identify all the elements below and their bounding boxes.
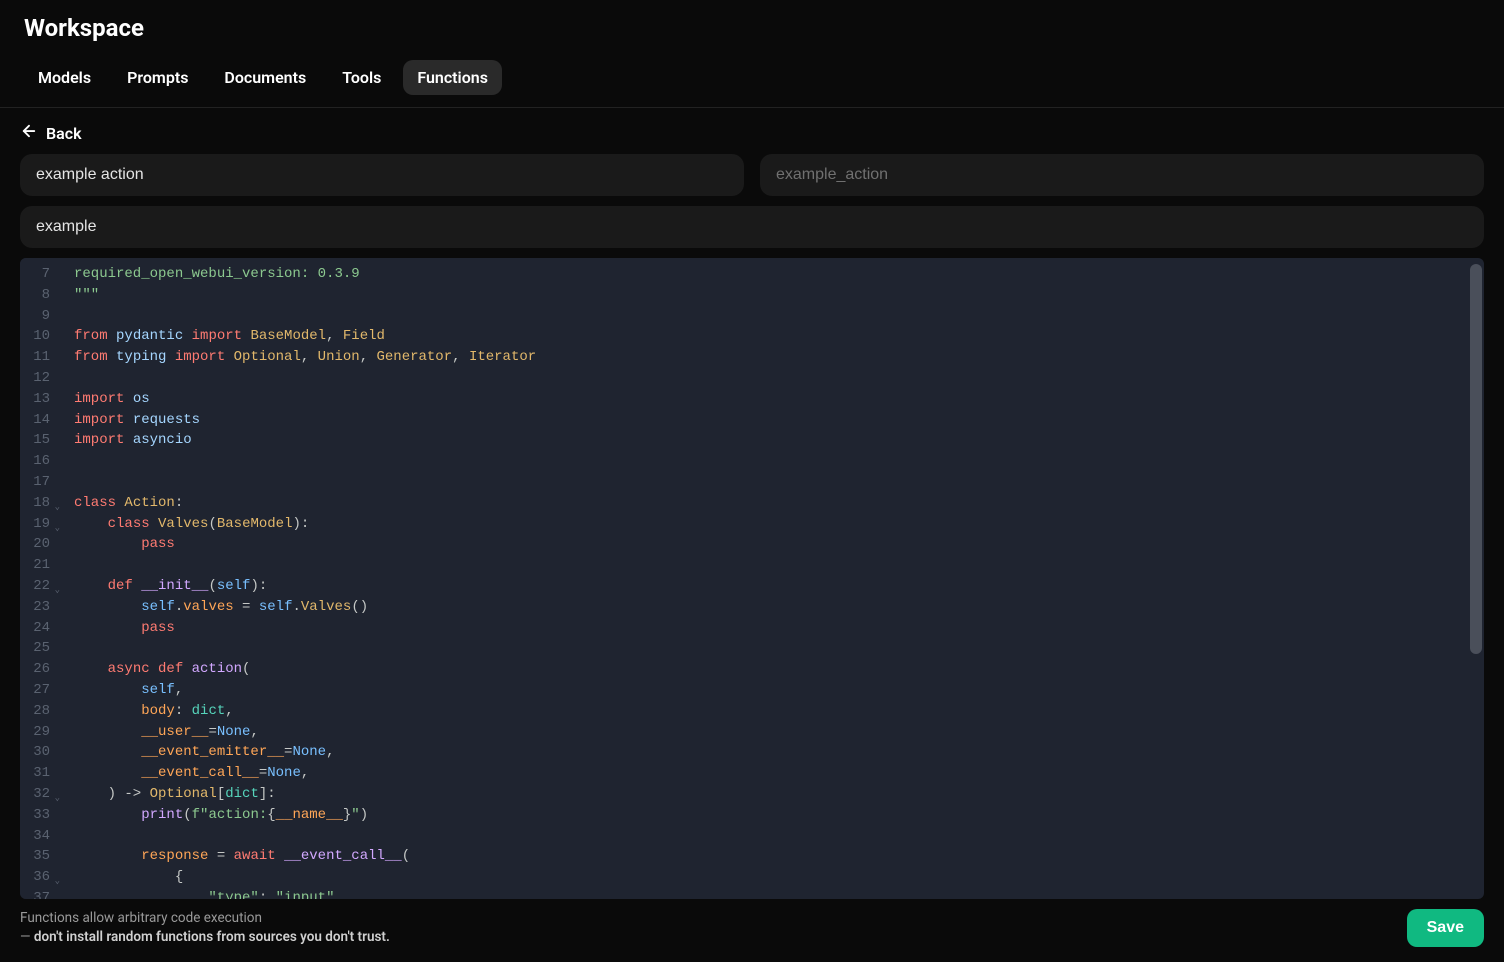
arrow-left-icon xyxy=(20,122,38,144)
footer-warning: Functions allow arbitrary code execution… xyxy=(20,909,390,948)
tab-prompts[interactable]: Prompts xyxy=(113,60,202,95)
function-name-input[interactable] xyxy=(20,154,744,196)
tab-functions[interactable]: Functions xyxy=(403,60,502,95)
editor-scrollbar[interactable] xyxy=(1470,264,1482,893)
back-label: Back xyxy=(46,124,82,143)
back-button[interactable]: Back xyxy=(0,108,1504,154)
footer-warning-line1: Functions allow arbitrary code execution xyxy=(20,910,262,926)
editor-code[interactable]: required_open_webui_version: 0.3.9"""fro… xyxy=(64,258,1484,899)
footer-warning-prefix: — xyxy=(20,929,34,945)
tab-tools[interactable]: Tools xyxy=(328,60,395,95)
page-title: Workspace xyxy=(24,14,1480,42)
tab-documents[interactable]: Documents xyxy=(210,60,320,95)
function-description-input[interactable] xyxy=(20,206,1484,248)
code-editor[interactable]: 789101112131415161718⌄19⌄202122⌄23242526… xyxy=(20,258,1484,899)
save-button[interactable]: Save xyxy=(1407,909,1484,947)
editor-scrollbar-thumb[interactable] xyxy=(1470,264,1482,654)
workspace-tabs: ModelsPromptsDocumentsToolsFunctions xyxy=(0,42,1504,108)
function-id-input[interactable] xyxy=(760,154,1484,196)
tab-models[interactable]: Models xyxy=(24,60,105,95)
editor-gutter: 789101112131415161718⌄19⌄202122⌄23242526… xyxy=(20,258,64,899)
footer-warning-strong: don't install random functions from sour… xyxy=(34,929,390,945)
